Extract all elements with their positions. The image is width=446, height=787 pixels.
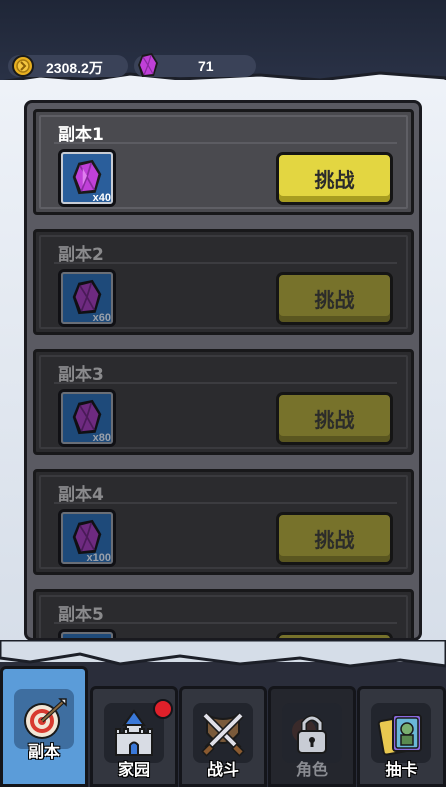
purple-gem-icon	[72, 399, 102, 435]
gem-counter: 71	[134, 53, 256, 77]
dungeon-card-1: 副本1 x40 挑战	[33, 109, 414, 215]
tab-label: 角色	[295, 760, 328, 779]
purple-gem-icon	[72, 159, 102, 195]
reward-count: x100	[86, 552, 111, 564]
reward-slot[interactable]: x60	[58, 269, 116, 327]
reward-slot[interactable]: x80	[58, 389, 116, 447]
challenge-button[interactable]: 挑战	[276, 152, 393, 205]
reward-slot[interactable]: x40	[58, 149, 116, 207]
tab-home[interactable]: 家园	[90, 686, 178, 787]
reward-slot[interactable]: x100	[58, 509, 116, 567]
notification-badge	[153, 699, 173, 719]
tab-label: 战斗	[206, 760, 239, 779]
reward-count: x60	[92, 312, 111, 324]
gem-value: 71	[198, 58, 214, 74]
tab-dungeon[interactable]: 副本	[0, 666, 88, 787]
card-draw-icon	[377, 714, 422, 756]
dungeon-card-5: 副本5	[33, 589, 414, 638]
coin-icon	[12, 55, 34, 77]
reward-count: x40	[92, 192, 111, 204]
tab-card-draw[interactable]: 抽卡	[357, 686, 446, 787]
gold-counter: 2308.2万	[8, 55, 128, 77]
reward-count: x80	[92, 432, 111, 444]
tab-battle[interactable]: 战斗	[179, 686, 267, 787]
tab-label: 家园	[117, 760, 150, 779]
gold-value: 2308.2万	[46, 60, 103, 76]
tab-character[interactable]: 角色	[268, 686, 356, 787]
tab-label: 抽卡	[385, 760, 418, 779]
dungeon-card-2: 副本2 x60 挑战	[33, 229, 414, 335]
dungeon-panel[interactable]: 副本1 x40 挑战 副本2 x60 挑战 副本3 x80 挑战 副本4 x10…	[24, 100, 422, 641]
padlock-icon	[292, 715, 327, 754]
castle-icon	[115, 709, 153, 756]
dungeon-card-3: 副本3 x80 挑战	[33, 349, 414, 455]
challenge-button[interactable]: 挑战	[276, 512, 393, 565]
challenge-button[interactable]: 挑战	[276, 392, 393, 445]
challenge-button[interactable]: 挑战	[276, 272, 393, 325]
dungeon-card-4: 副本4 x100 挑战	[33, 469, 414, 575]
purple-gem-icon	[72, 279, 102, 315]
target-icon	[24, 698, 67, 739]
tab-label: 副本	[27, 742, 60, 761]
crossed-swords-icon	[201, 712, 245, 757]
purple-gem-icon	[138, 53, 158, 77]
purple-gem-icon	[72, 519, 102, 555]
